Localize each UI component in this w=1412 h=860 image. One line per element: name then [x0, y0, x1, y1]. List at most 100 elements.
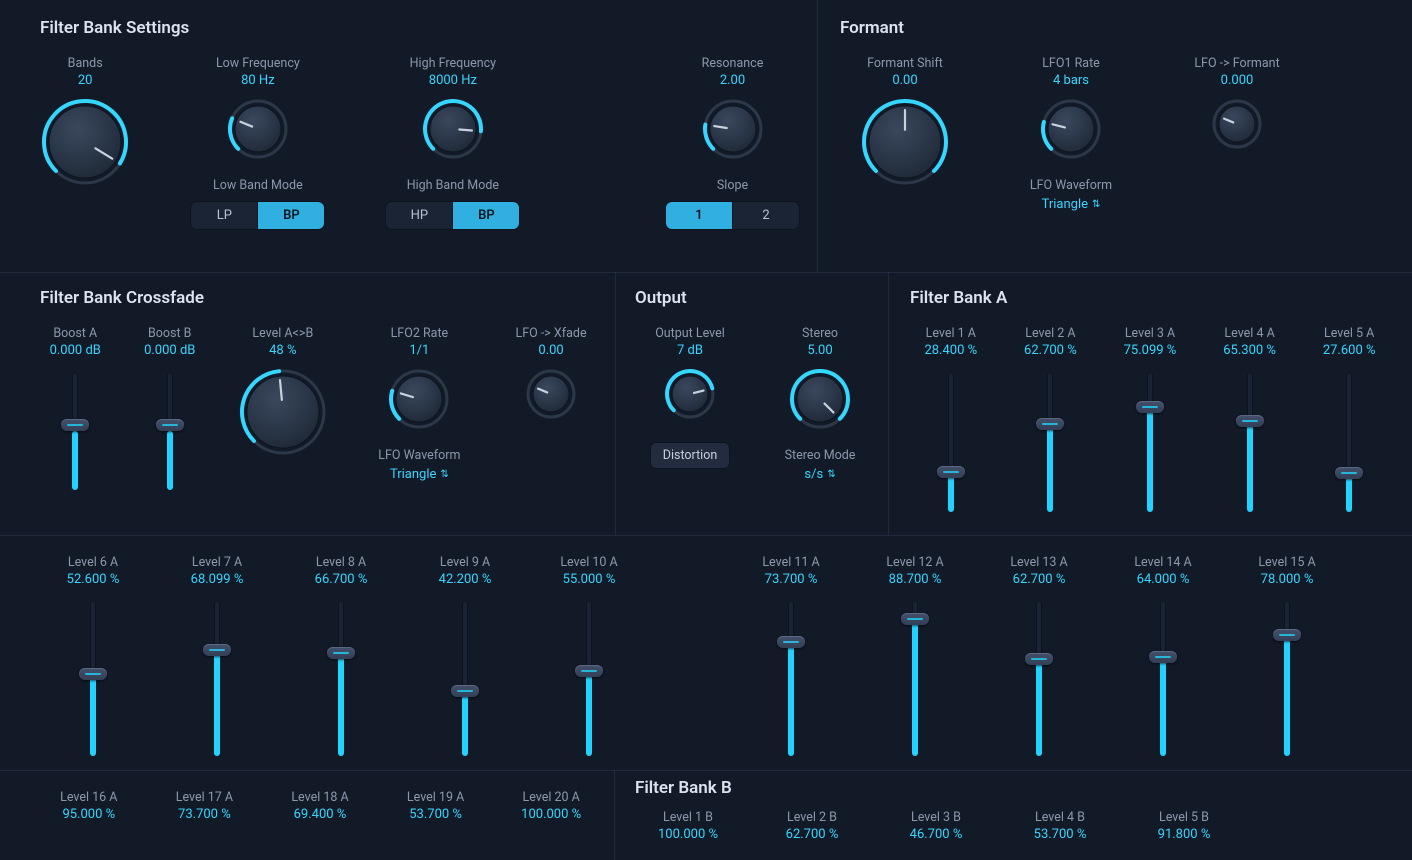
level-value: 69.400 % [294, 807, 347, 822]
lfo2-rate-value: 1/1 [409, 343, 429, 358]
level-label: Level 4 B [1035, 810, 1085, 825]
level-label: Level 17 A [176, 790, 233, 805]
segment-option[interactable]: BP [257, 202, 324, 229]
level-slider[interactable] [90, 601, 96, 756]
level-value: 88.700 % [889, 572, 942, 587]
lfo-waveform-label-2: LFO Waveform [378, 448, 460, 463]
high-band-mode-segment[interactable]: HPBP [385, 201, 520, 230]
level-slider[interactable] [1284, 601, 1290, 756]
section-title-filter-bank-settings: Filter Bank Settings [40, 18, 800, 38]
level-label: Level 13 A [1010, 555, 1067, 570]
level-ab-knob[interactable] [239, 368, 327, 456]
level-value: 78.000 % [1261, 572, 1314, 587]
output-level-knob[interactable] [664, 368, 716, 420]
section-title-crossfade: Filter Bank Crossfade [40, 288, 600, 308]
level-slider[interactable] [788, 601, 794, 756]
level-label: Level 7 A [192, 555, 242, 570]
stereo-knob[interactable] [789, 368, 851, 430]
formant-shift-knob[interactable] [861, 98, 949, 186]
stereo-mode-value: s/s [804, 467, 823, 482]
level-value: 64.000 % [1137, 572, 1190, 587]
boost-a-slider[interactable] [72, 372, 78, 490]
level-value: 53.700 % [409, 807, 462, 822]
segment-option[interactable]: 2 [732, 202, 799, 229]
level-slider[interactable] [912, 601, 918, 756]
level-label: Level 15 A [1258, 555, 1315, 570]
bands-value: 20 [78, 73, 93, 88]
level-slider[interactable] [1247, 372, 1253, 512]
lfo1-rate-value: 4 bars [1053, 73, 1089, 88]
level-label: Level 2 A [1025, 326, 1075, 341]
stereo-mode-dropdown[interactable]: s/s⇅ [804, 467, 835, 482]
low-freq-knob[interactable] [227, 98, 289, 160]
resonance-value: 2.00 [720, 73, 745, 88]
boost-b-label: Boost B [148, 326, 191, 341]
level-value: 55.000 % [563, 572, 616, 587]
level-value: 28.400 % [924, 343, 977, 358]
section-title-filter-bank-b: Filter Bank B [635, 778, 1375, 798]
level-slider[interactable] [1036, 601, 1042, 756]
distortion-button[interactable]: Distortion [650, 442, 731, 469]
boost-a-label: Boost A [53, 326, 97, 341]
level-label: Level 11 A [762, 555, 819, 570]
level-label: Level 2 B [787, 810, 837, 825]
level-slider[interactable] [214, 601, 220, 756]
formant-shift-label: Formant Shift [867, 56, 943, 71]
lfo-to-formant-knob[interactable] [1211, 98, 1263, 150]
level-slider[interactable] [462, 601, 468, 756]
level-label: Level 5 A [1324, 326, 1374, 341]
bands-knob[interactable] [41, 98, 129, 186]
section-title-formant: Formant [840, 18, 1380, 38]
level-slider[interactable] [1160, 601, 1166, 756]
lfo-to-xfade-label: LFO -> Xfade [516, 326, 587, 341]
lfo-to-xfade-value: 0.00 [538, 343, 563, 358]
lfo-waveform-dropdown[interactable]: Triangle⇅ [1042, 197, 1101, 212]
segment-option[interactable]: 1 [666, 202, 732, 229]
divider [614, 770, 615, 860]
lfo-to-xfade-knob[interactable] [525, 368, 577, 420]
lfo2-rate-knob[interactable] [388, 368, 450, 430]
lfo-waveform-value-2: Triangle [390, 467, 436, 482]
level-value: 68.099 % [191, 572, 244, 587]
level-slider[interactable] [1047, 372, 1053, 512]
output-level-value: 7 dB [677, 343, 703, 358]
level-slider[interactable] [948, 372, 954, 512]
lfo1-rate-knob[interactable] [1040, 98, 1102, 160]
lfo-waveform-dropdown-2[interactable]: Triangle ⇅ [390, 467, 449, 482]
slope-segment[interactable]: 12 [665, 201, 800, 230]
stereo-label: Stereo [802, 326, 838, 341]
lfo1-rate-label: LFO1 Rate [1042, 56, 1100, 71]
segment-option[interactable]: HP [386, 202, 452, 229]
level-value: 65.300 % [1223, 343, 1276, 358]
level-slider[interactable] [1147, 372, 1153, 512]
bands-label: Bands [68, 56, 103, 71]
stereo-mode-label: Stereo Mode [785, 448, 856, 463]
segment-option[interactable]: LP [191, 202, 257, 229]
high-freq-knob[interactable] [422, 98, 484, 160]
boost-b-slider[interactable] [167, 372, 173, 490]
divider [817, 0, 818, 272]
resonance-knob[interactable] [702, 98, 764, 160]
level-ab-label: Level A<>B [252, 326, 313, 341]
level-value: 27.600 % [1323, 343, 1376, 358]
level-slider[interactable] [338, 601, 344, 756]
resonance-label: Resonance [702, 56, 764, 71]
segment-option[interactable]: BP [452, 202, 519, 229]
chevron-updown-icon: ⇅ [440, 469, 448, 480]
level-value: 62.700 % [1024, 343, 1077, 358]
level-label: Level 20 A [523, 790, 580, 805]
level-slider[interactable] [1346, 372, 1352, 512]
level-label: Level 9 A [440, 555, 490, 570]
divider [0, 535, 1412, 536]
level-value: 62.700 % [786, 827, 839, 842]
level-slider[interactable] [586, 601, 592, 756]
level-value: 75.099 % [1124, 343, 1177, 358]
lfo-waveform-label: LFO Waveform [1030, 178, 1112, 193]
level-label: Level 3 A [1125, 326, 1175, 341]
low-band-mode-label: Low Band Mode [213, 178, 303, 193]
low-band-mode-segment[interactable]: LPBP [190, 201, 325, 230]
level-label: Level 12 A [886, 555, 943, 570]
high-band-mode-label: High Band Mode [407, 178, 499, 193]
level-value: 100.000 % [658, 827, 718, 842]
level-label: Level 19 A [407, 790, 464, 805]
